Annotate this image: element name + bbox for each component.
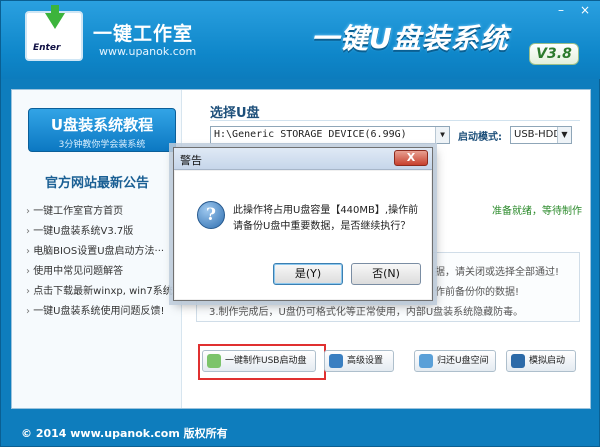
news-link[interactable]: 电脑BIOS设置U盘启动方法··· bbox=[26, 242, 173, 262]
gear-icon bbox=[329, 354, 343, 368]
info-line: 3.制作完成后，U盘仍可格式化等正常使用，内部U盘装系统隐藏防毒。 bbox=[209, 307, 524, 318]
warning-dialog: 警告 X ? 此操作将占用U盘容量【440MB】,操作前 请备份U盘中重要数据，… bbox=[173, 147, 433, 301]
sidebar: U盘装系统教程 3分钟教你学会装系统 官方网站最新公告 一键工作室官方首页 一键… bbox=[12, 90, 182, 408]
info-line: 据，请关闭或选择全部通过! bbox=[435, 267, 560, 278]
news-link[interactable]: 点击下载最新winxp, win7系统 bbox=[26, 282, 173, 302]
question-icon: ? bbox=[197, 201, 225, 229]
advanced-settings-button[interactable]: 高级设置 bbox=[324, 350, 394, 372]
news-link[interactable]: 一键U盘装系统使用问题反馈! bbox=[26, 302, 173, 322]
news-link[interactable]: 使用中常见问题解答 bbox=[26, 262, 173, 282]
disk-icon bbox=[419, 354, 433, 368]
close-button[interactable]: × bbox=[575, 3, 595, 17]
minimize-button[interactable]: – bbox=[551, 3, 571, 17]
dialog-titlebar: 警告 X bbox=[174, 148, 432, 170]
news-list: 一键工作室官方首页 一键U盘装系统V3.7版 电脑BIOS设置U盘启动方法···… bbox=[26, 202, 173, 322]
monitor-icon bbox=[511, 354, 525, 368]
disk-select-value: H:\Generic STORAGE DEVICE(6.99G) bbox=[214, 129, 407, 140]
chevron-down-icon[interactable]: ▼ bbox=[557, 127, 571, 143]
news-link[interactable]: 一键工作室官方首页 bbox=[26, 202, 173, 222]
header: Enter 一键工作室 www.upanok.com 一键U盘装系统 V3.8 … bbox=[1, 1, 600, 79]
dialog-message-line: 请备份U盘中重要数据，是否继续执行？ bbox=[233, 221, 411, 232]
dialog-title: 警告 bbox=[180, 154, 202, 167]
dialog-close-button[interactable]: X bbox=[394, 150, 428, 166]
action-row: 一键制作USB启动盘 高级设置 归还U盘空间 模拟启动 bbox=[192, 344, 592, 384]
highlight-frame bbox=[198, 344, 326, 380]
dialog-message-line: 此操作将占用U盘容量【440MB】,操作前 bbox=[233, 205, 419, 216]
divider bbox=[210, 120, 580, 121]
news-link[interactable]: 一键U盘装系统V3.7版 bbox=[26, 222, 173, 242]
tutorial-title: U盘装系统教程 bbox=[50, 116, 154, 134]
brand-url: www.upanok.com bbox=[99, 45, 197, 58]
dialog-body: ? 此操作将占用U盘容量【440MB】,操作前 请备份U盘中重要数据，是否继续执… bbox=[175, 171, 431, 299]
logo-enter-text: Enter bbox=[33, 43, 61, 53]
footer-copyright: © 2014 www.upanok.com 版权所有 bbox=[21, 427, 228, 440]
product-title: 一键U盘装系统 bbox=[311, 22, 509, 55]
logo: Enter bbox=[25, 5, 83, 61]
simulate-boot-label: 模拟启动 bbox=[529, 356, 566, 366]
simulate-boot-button[interactable]: 模拟启动 bbox=[506, 350, 576, 372]
info-line: 作前备份你的数据! bbox=[435, 287, 520, 298]
advanced-settings-label: 高级设置 bbox=[347, 356, 384, 366]
download-arrowhead-icon bbox=[45, 13, 65, 29]
status-text: 准备就绪，等待制作 bbox=[492, 206, 582, 217]
tutorial-button[interactable]: U盘装系统教程 3分钟教你学会装系统 bbox=[28, 108, 176, 152]
boot-mode-select[interactable]: USB-HDD ▼ bbox=[510, 126, 572, 144]
restore-space-button[interactable]: 归还U盘空间 bbox=[414, 350, 496, 372]
disk-select[interactable]: H:\Generic STORAGE DEVICE(6.99G) ▼ bbox=[210, 126, 450, 144]
boot-mode-label: 启动模式: bbox=[458, 132, 502, 143]
yes-button[interactable]: 是(Y) bbox=[273, 263, 343, 285]
boot-mode-value: USB-HDD bbox=[514, 129, 562, 140]
brand-name: 一键工作室 bbox=[93, 23, 194, 45]
tutorial-subtitle: 3分钟教你学会装系统 bbox=[58, 140, 146, 150]
restore-space-label: 归还U盘空间 bbox=[437, 356, 489, 366]
version-badge: V3.8 bbox=[529, 43, 579, 65]
app-window: Enter 一键工作室 www.upanok.com 一键U盘装系统 V3.8 … bbox=[0, 0, 600, 447]
chevron-down-icon[interactable]: ▼ bbox=[435, 127, 449, 143]
no-button[interactable]: 否(N) bbox=[351, 263, 421, 285]
news-title: 官方网站最新公告 bbox=[44, 176, 149, 191]
select-disk-label: 选择U盘 bbox=[210, 106, 260, 121]
